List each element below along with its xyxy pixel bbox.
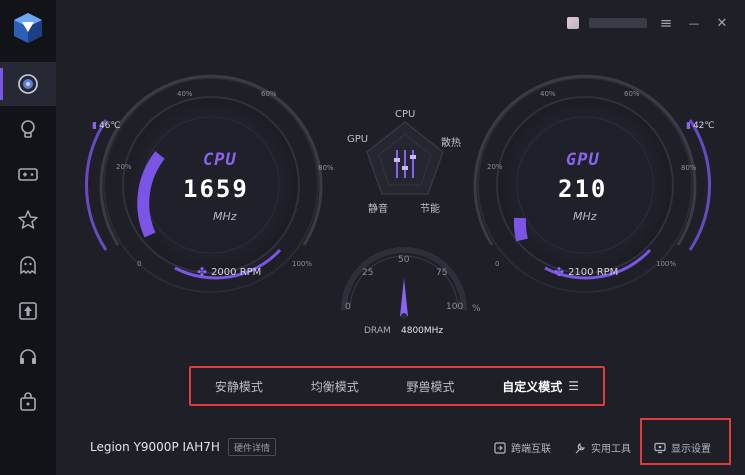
sidebar-item-store[interactable] xyxy=(0,380,56,424)
close-icon[interactable]: ✕ xyxy=(713,14,731,32)
user-avatar[interactable] xyxy=(567,17,579,29)
dashboard-icon xyxy=(18,74,38,94)
fan-icon: ✤ xyxy=(197,265,208,279)
cpu-tick-60: 60% xyxy=(261,90,277,98)
radar-label-cooling: 散热 xyxy=(441,138,461,149)
cpu-tick-40: 40% xyxy=(177,90,193,98)
gpu-tick-80: 80% xyxy=(681,164,697,172)
gpu-fan-rpm: ✤ 2100 RPM xyxy=(554,265,618,279)
gpu-tick-60: 60% xyxy=(624,90,640,98)
list-settings-icon[interactable]: ☰ xyxy=(568,379,579,393)
sidebar-item-dashboard[interactable] xyxy=(0,62,56,106)
fan-icon: ✤ xyxy=(554,265,565,279)
sidebar-item-lighting[interactable] xyxy=(0,107,56,151)
sidebar-item-audio[interactable] xyxy=(0,335,56,379)
dram-scale-unit: % xyxy=(472,304,481,314)
star-icon xyxy=(18,210,38,229)
app-window: ≡ — ✕ CPU 1659 MHz ✤ 2000 RPM ▮ 46℃ 0 20… xyxy=(0,0,745,475)
sidebar-item-upload[interactable] xyxy=(0,289,56,333)
dram-label: DRAM xyxy=(364,326,391,336)
mode-balanced[interactable]: 均衡模式 xyxy=(311,378,359,395)
gpu-tick-40: 40% xyxy=(540,90,556,98)
performance-dashboard xyxy=(84,74,712,319)
gpu-tick-20: 20% xyxy=(487,163,503,171)
thermometer-icon: ▮ xyxy=(686,121,691,131)
dram-scale-50: 50 xyxy=(398,255,410,265)
tools-icon xyxy=(575,442,585,453)
cpu-tick-20: 20% xyxy=(116,163,132,171)
radar-label-cpu: CPU xyxy=(395,109,416,120)
gamepad-icon xyxy=(18,168,38,181)
radar-label-quiet: 静音 xyxy=(368,204,388,215)
cpu-tick-80: 80% xyxy=(318,164,334,172)
dram-scale-25: 25 xyxy=(362,268,374,278)
dram-scale-0: 0 xyxy=(345,302,351,312)
headset-icon xyxy=(20,349,36,364)
gpu-temp-text: 42℃ xyxy=(692,121,715,131)
thermometer-icon: ▮ xyxy=(92,121,97,131)
dram-scale-75: 75 xyxy=(436,268,448,278)
gpu-temperature: ▮ 42℃ xyxy=(686,121,715,131)
mode-performance-label: 野兽模式 xyxy=(406,379,455,394)
minimize-icon[interactable]: — xyxy=(685,14,703,32)
mode-custom-label: 自定义模式 xyxy=(502,379,563,394)
performance-radar xyxy=(366,121,444,195)
gpu-tick-100: 100% xyxy=(656,260,677,268)
dram-needle xyxy=(400,278,408,318)
hardware-details-button[interactable]: 硬件详情 xyxy=(228,438,277,456)
gpu-usage-fill xyxy=(513,217,528,242)
shopping-bag-icon xyxy=(20,392,36,411)
cpu-frequency-value: 1659 xyxy=(183,175,249,203)
cross-device-label: 跨端互联 xyxy=(511,444,551,455)
gpu-rpm-text: 2100 RPM xyxy=(568,266,619,278)
radar-label-gpu: GPU xyxy=(347,134,369,145)
upload-box-icon xyxy=(19,302,37,320)
utility-tools-link[interactable]: 实用工具 xyxy=(574,440,631,455)
dram-scale-100: 100 xyxy=(446,302,464,312)
cpu-temp-text: 46℃ xyxy=(98,121,121,131)
display-settings-link[interactable]: 显示设置 xyxy=(654,440,711,455)
cpu-fan-rpm: ✤ 2000 RPM xyxy=(197,265,261,279)
cpu-tick-100: 100% xyxy=(292,260,313,268)
cpu-title: CPU xyxy=(203,150,237,170)
gpu-tick-0: 0 xyxy=(495,260,500,268)
gpu-title: GPU xyxy=(566,150,600,170)
radar-label-power-saving: 节能 xyxy=(420,204,440,215)
user-name-placeholder[interactable] xyxy=(589,18,647,28)
cpu-frequency-unit: MHz xyxy=(213,210,237,223)
dram-frequency-value: 4800MHz xyxy=(401,326,444,336)
sidebar xyxy=(0,0,56,475)
cpu-tick-0: 0 xyxy=(137,260,142,268)
mode-custom[interactable]: 自定义模式 ☰ xyxy=(502,378,579,395)
display-icon xyxy=(654,442,666,453)
top-bar: ≡ — ✕ xyxy=(567,10,731,36)
mode-balanced-label: 均衡模式 xyxy=(310,379,359,394)
device-model: Legion Y9000P IAH7H xyxy=(90,440,220,454)
mode-quiet[interactable]: 安静模式 xyxy=(215,378,263,395)
cpu-temperature: ▮ 46℃ xyxy=(92,121,121,131)
utility-tools-label: 实用工具 xyxy=(591,444,631,455)
menu-icon[interactable]: ≡ xyxy=(657,14,675,32)
display-settings-label: 显示设置 xyxy=(671,444,711,455)
equalizer-icon xyxy=(394,150,416,178)
performance-mode-bar: 安静模式 均衡模式 野兽模式 自定义模式 ☰ xyxy=(189,366,605,406)
ghost-icon xyxy=(20,256,36,275)
gpu-frequency-unit: MHz xyxy=(573,210,597,223)
cross-device-link[interactable]: 跨端互联 xyxy=(494,440,551,455)
legion-logo-icon xyxy=(14,13,42,43)
cpu-rpm-text: 2000 RPM xyxy=(211,266,262,278)
sidebar-item-games[interactable] xyxy=(0,152,56,196)
lightbulb-icon xyxy=(21,120,35,138)
gpu-frequency-value: 210 xyxy=(558,175,608,203)
mode-performance[interactable]: 野兽模式 xyxy=(406,378,454,395)
sidebar-item-favorites[interactable] xyxy=(0,198,56,242)
cross-device-icon xyxy=(494,441,506,454)
sidebar-item-assistant[interactable] xyxy=(0,243,56,287)
mode-quiet-label: 安静模式 xyxy=(214,379,263,394)
